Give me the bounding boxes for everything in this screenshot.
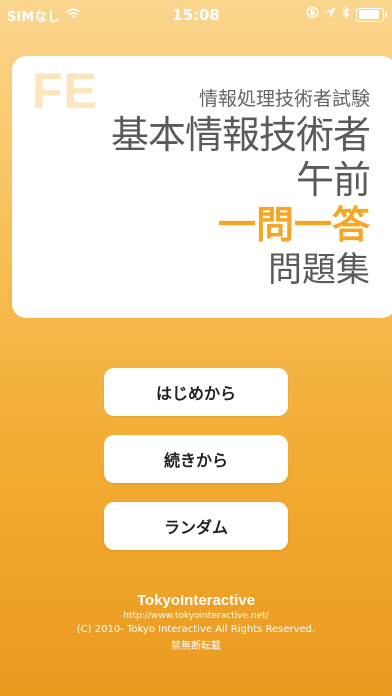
company-name: TokyoInteractive bbox=[136, 592, 256, 609]
continue-button[interactable]: 続きから bbox=[104, 435, 288, 483]
reprint-notice: 禁無断転載 bbox=[171, 641, 221, 652]
app-title-collection: 問題集 bbox=[268, 250, 370, 290]
fe-logo: FE bbox=[32, 63, 98, 119]
bluetooth-icon bbox=[342, 5, 350, 23]
battery-icon bbox=[356, 7, 387, 22]
random-button[interactable]: ランダム bbox=[104, 502, 288, 550]
footer: TokyoInteractive http://www.tokyointerac… bbox=[0, 592, 392, 652]
rotation-lock-icon bbox=[306, 6, 319, 23]
copyright-text: (C) 2010- Tokyo Interactive All Rights R… bbox=[76, 624, 316, 635]
start-button[interactable]: はじめから bbox=[104, 368, 288, 416]
app-title-highlight: 一問一答 bbox=[217, 203, 370, 247]
title-card: FE 情報処理技術者試験 基本情報技術者 午前 一問一答 問題集 bbox=[12, 56, 392, 318]
company-url[interactable]: http://www.tokyointeractive.net/ bbox=[0, 611, 392, 621]
location-icon bbox=[325, 7, 336, 22]
app-title-line2: 午前 bbox=[295, 158, 371, 202]
status-right bbox=[306, 5, 387, 23]
status-bar: SIMなし 15:08 bbox=[0, 0, 392, 28]
exam-subtitle: 情報処理技術者試験 bbox=[198, 88, 370, 110]
app-title-line1: 基本情報技術者 bbox=[110, 113, 371, 157]
title-block: 情報処理技術者試験 基本情報技術者 午前 一問一答 問題集 bbox=[110, 86, 371, 292]
